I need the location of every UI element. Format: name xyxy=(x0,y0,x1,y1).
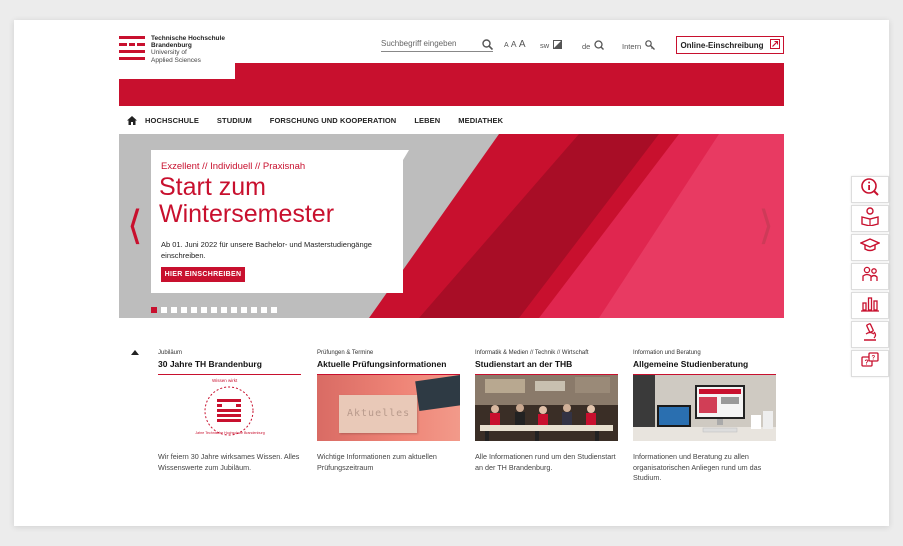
hero-card: Exzellent // Individuell // Praxisnah St… xyxy=(151,150,409,293)
contrast-label: sw xyxy=(540,41,550,50)
office-photo xyxy=(633,375,776,441)
teaser-description: Informationen und Beratung zu allen orga… xyxy=(633,452,762,482)
external-link-icon xyxy=(769,39,780,51)
teaser-description: Wichtige Informationen zum aktuellen Prü… xyxy=(317,452,437,472)
logo-line-4: Applied Sciences xyxy=(151,56,201,64)
teaser-description: Wir feiern 30 Jahre wirksames Wissen. Al… xyxy=(158,452,300,472)
search-icon[interactable] xyxy=(482,37,494,55)
key-icon xyxy=(645,40,656,52)
people-icon xyxy=(860,264,880,289)
slider-dot[interactable] xyxy=(161,307,167,313)
hero-text: Ab 01. Juni 2022 für unsere Bachelor- un… xyxy=(161,240,372,260)
header-red-band xyxy=(119,79,784,106)
slider-dot[interactable] xyxy=(201,307,207,313)
graduation-button[interactable] xyxy=(851,234,889,261)
reader-button[interactable] xyxy=(851,205,889,232)
jubilee-badge-top-text: Wissen wirkt xyxy=(212,378,238,383)
slider-dot[interactable] xyxy=(191,307,197,313)
students-photo xyxy=(475,375,618,441)
logo-line-1: Technische Hochschule xyxy=(151,35,225,42)
teaser-studienberatung[interactable]: Information und Beratung Allgemeine Stud… xyxy=(633,350,776,484)
teaser-title: Studienstart an der THB xyxy=(475,359,573,369)
home-icon[interactable] xyxy=(119,115,145,125)
slider-next-arrow[interactable]: ⟩ xyxy=(758,206,774,246)
teaser-pruefungen[interactable]: Prüfungen & Termine Aktuelle Prüfungsinf… xyxy=(317,350,460,473)
slider-dot[interactable] xyxy=(241,307,247,313)
th-brandenburg-logo[interactable]: Technische Hochschule Brandenburg Univer… xyxy=(119,35,239,66)
statistics-button[interactable] xyxy=(851,292,889,319)
slider-dot[interactable] xyxy=(171,307,177,313)
nav-item-leben[interactable]: LEBEN xyxy=(414,116,440,125)
teaser-title: 30 Jahre TH Brandenburg xyxy=(158,359,262,369)
teaser-studienstart[interactable]: Informatik & Medien // Technik // Wirtsc… xyxy=(475,350,618,473)
question-chat-icon: ?? xyxy=(860,351,880,376)
font-small-button[interactable]: A xyxy=(504,42,509,49)
logo-mark-icon xyxy=(119,36,145,62)
online-enrollment-label: Online-Einschreibung xyxy=(680,40,764,50)
font-large-button[interactable]: A xyxy=(519,39,526,50)
slider-dot[interactable] xyxy=(181,307,187,313)
teaser-jubilaeum[interactable]: Jubiläum 30 Jahre TH Brandenburg Wissen … xyxy=(158,350,301,473)
teaser-section: Jubiläum 30 Jahre TH Brandenburg Wissen … xyxy=(119,332,784,526)
nav-item-studium[interactable]: STUDIUM xyxy=(217,116,252,125)
search-placeholder: Suchbegriff eingeben xyxy=(381,39,457,48)
slider-dot[interactable] xyxy=(151,307,157,313)
microscope-icon xyxy=(860,322,880,347)
teaser-category: Informatik & Medien // Technik // Wirtsc… xyxy=(475,350,589,356)
main-navigation: HOCHSCHULE STUDIUM FORSCHUNG UND KOOPERA… xyxy=(119,112,784,128)
slider-dot[interactable] xyxy=(231,307,237,313)
slider-dot[interactable] xyxy=(251,307,257,313)
aktuelles-image-text: Aktuelles xyxy=(347,408,411,419)
slider-dot[interactable] xyxy=(221,307,227,313)
intern-label: Intern xyxy=(622,41,642,51)
globe-search-icon xyxy=(594,40,605,52)
online-enrollment-button[interactable]: Online-Einschreibung xyxy=(676,36,784,54)
side-toolbar: ?? xyxy=(851,176,889,379)
logo-line-2: Brandenburg xyxy=(151,42,192,50)
reader-icon xyxy=(860,206,880,231)
aktuelles-image: Aktuelles xyxy=(317,375,460,441)
hero-title: Start zum Wintersemester xyxy=(159,173,335,228)
hero-tagline: Exzellent // Individuell // Praxisnah xyxy=(161,161,306,172)
nav-item-mediathek[interactable]: MEDIATHEK xyxy=(458,116,503,125)
jubilee-badge-number: 30 xyxy=(224,403,230,409)
header-red-band-top xyxy=(235,63,784,80)
info-button[interactable] xyxy=(851,176,889,203)
info-icon xyxy=(860,177,880,202)
svg-text:?: ? xyxy=(872,356,876,362)
teaser-title: Aktuelle Prüfungsinformationen xyxy=(317,359,447,369)
font-size-switcher[interactable]: A A A xyxy=(504,39,525,50)
slider-dot[interactable] xyxy=(211,307,217,313)
graduation-cap-icon xyxy=(859,235,881,260)
nav-item-hochschule[interactable]: HOCHSCHULE xyxy=(145,116,199,125)
font-mid-button[interactable]: A xyxy=(511,39,517,49)
teaser-category: Information und Beratung xyxy=(633,350,701,356)
slider-prev-arrow[interactable]: ⟨ xyxy=(127,206,143,246)
svg-text:?: ? xyxy=(865,360,869,367)
language-switcher[interactable]: de xyxy=(582,40,605,52)
slider-pagination xyxy=(151,307,277,313)
slider-dot[interactable] xyxy=(271,307,277,313)
slider-dot[interactable] xyxy=(261,307,267,313)
intern-link[interactable]: Intern xyxy=(622,40,656,52)
teaser-title: Allgemeine Studienberatung xyxy=(633,359,749,369)
bar-chart-icon xyxy=(860,293,880,318)
jubilee-badge-image: Wissen wirkt 30 Jahre Technische Hochsch… xyxy=(158,375,301,441)
contrast-toggle[interactable]: sw xyxy=(540,40,563,51)
contrast-icon xyxy=(553,40,563,51)
nav-item-forschung[interactable]: FORSCHUNG UND KOOPERATION xyxy=(270,116,397,125)
teaser-category: Jubiläum xyxy=(158,350,183,356)
search-input[interactable]: Suchbegriff eingeben xyxy=(381,37,494,55)
people-button[interactable] xyxy=(851,263,889,290)
enroll-here-button[interactable]: HIER EINSCHREIBEN xyxy=(161,267,245,282)
faq-button[interactable]: ?? xyxy=(851,350,889,377)
teaser-category: Prüfungen & Termine xyxy=(317,350,374,356)
hero-slider: Exzellent // Individuell // Praxisnah St… xyxy=(119,134,784,318)
collapse-up-icon[interactable] xyxy=(131,350,139,355)
jubilee-badge-ring-text: Jahre Technische Hochschule Brandenburg xyxy=(195,431,265,435)
language-label: de xyxy=(582,41,591,51)
logo-line-3: University of xyxy=(151,49,187,57)
research-button[interactable] xyxy=(851,321,889,348)
teaser-description: Alle Informationen rund um den Studienst… xyxy=(475,452,616,472)
